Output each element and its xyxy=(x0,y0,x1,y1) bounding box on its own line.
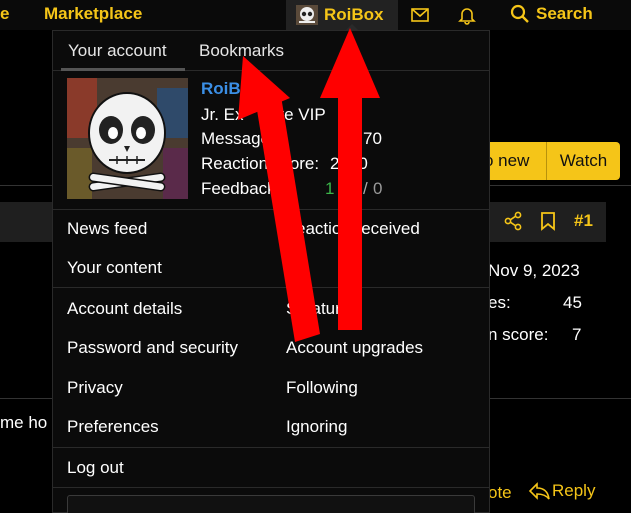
account-menu-trigger[interactable]: RoiBox xyxy=(286,0,398,30)
avatar[interactable] xyxy=(67,78,188,199)
divider xyxy=(53,447,489,448)
reply-icon xyxy=(528,482,550,500)
account-dropdown: Your account Bookmarks RoiBo Jr. Ex ive … xyxy=(52,30,490,513)
post-number[interactable]: #1 xyxy=(574,211,593,231)
menu-item-privacy[interactable]: Privacy xyxy=(67,378,123,398)
joined-date: Nov 9, 2023 xyxy=(488,261,580,280)
share-icon[interactable] xyxy=(503,211,523,231)
search-icon xyxy=(510,4,529,23)
profile-username[interactable]: RoiBo xyxy=(201,79,251,99)
dropdown-caret xyxy=(345,24,359,31)
tab-bookmarks[interactable]: Bookmarks xyxy=(199,31,284,71)
menu-item-account-upgrades[interactable]: Account upgrades xyxy=(286,338,423,358)
divider xyxy=(53,209,489,210)
user-title: Jr. Ex ive VIP xyxy=(201,105,326,124)
quote-button[interactable]: ote xyxy=(488,483,512,503)
tab-your-account[interactable]: Your account xyxy=(61,31,185,71)
feedback-label: Feedback xyxy=(201,179,276,198)
feedback-negative[interactable]: 0 xyxy=(373,179,382,199)
search-button[interactable]: Search xyxy=(510,0,593,28)
post-header-bar xyxy=(0,202,52,242)
bookmark-icon[interactable] xyxy=(539,211,557,231)
feedback-positive[interactable]: 1 xyxy=(325,179,334,199)
menu-item-your-content[interactable]: Your content xyxy=(67,258,162,278)
mail-icon[interactable] xyxy=(409,4,431,26)
menu-item-ignoring[interactable]: Ignoring xyxy=(286,417,347,437)
menu-item-signature[interactable]: S ature xyxy=(286,299,350,319)
menu-item-reactions-received[interactable]: eactio received xyxy=(296,219,420,239)
search-label: Search xyxy=(536,4,593,23)
divider xyxy=(53,287,489,288)
stat-label: es: xyxy=(488,293,511,312)
stat-label: n score: xyxy=(488,325,549,344)
user-avatar-mini xyxy=(296,5,318,25)
divider xyxy=(53,487,489,488)
stat-value: 45 xyxy=(563,293,582,312)
menu-item-preferences[interactable]: Preferences xyxy=(67,417,159,437)
divider xyxy=(0,398,52,399)
reply-label: Reply xyxy=(552,481,596,500)
menu-item-account-details[interactable]: Account details xyxy=(67,299,182,319)
post-snippet: me ho xyxy=(0,413,48,432)
watch-button[interactable]: Watch xyxy=(546,142,620,180)
menu-item-news-feed[interactable]: News feed xyxy=(67,219,147,239)
status-update-input[interactable] xyxy=(67,495,475,513)
menu-item-password-security[interactable]: Password and security xyxy=(67,338,238,358)
account-tabs: Your account Bookmarks xyxy=(53,31,489,71)
account-username: RoiBox xyxy=(324,5,384,24)
nav-item-partial[interactable]: e xyxy=(0,0,9,28)
nav-item-marketplace[interactable]: Marketplace xyxy=(44,0,142,28)
top-navigation: e Marketplace RoiBox Search xyxy=(0,0,631,30)
stat-value: 7 xyxy=(572,325,582,344)
bell-icon[interactable] xyxy=(456,4,478,26)
reaction-score-label: Reaction score: xyxy=(201,154,320,173)
divider xyxy=(488,398,631,399)
messages-label: Message xyxy=(201,129,270,148)
reaction-score-value: 2 40 xyxy=(330,154,368,173)
reply-button[interactable]: Reply xyxy=(528,481,595,501)
feedback-separator: / xyxy=(363,179,368,198)
menu-item-following[interactable]: Following xyxy=(286,378,358,398)
logout-link[interactable]: Log out xyxy=(67,458,124,478)
messages-value[interactable]: 70 xyxy=(363,129,382,149)
